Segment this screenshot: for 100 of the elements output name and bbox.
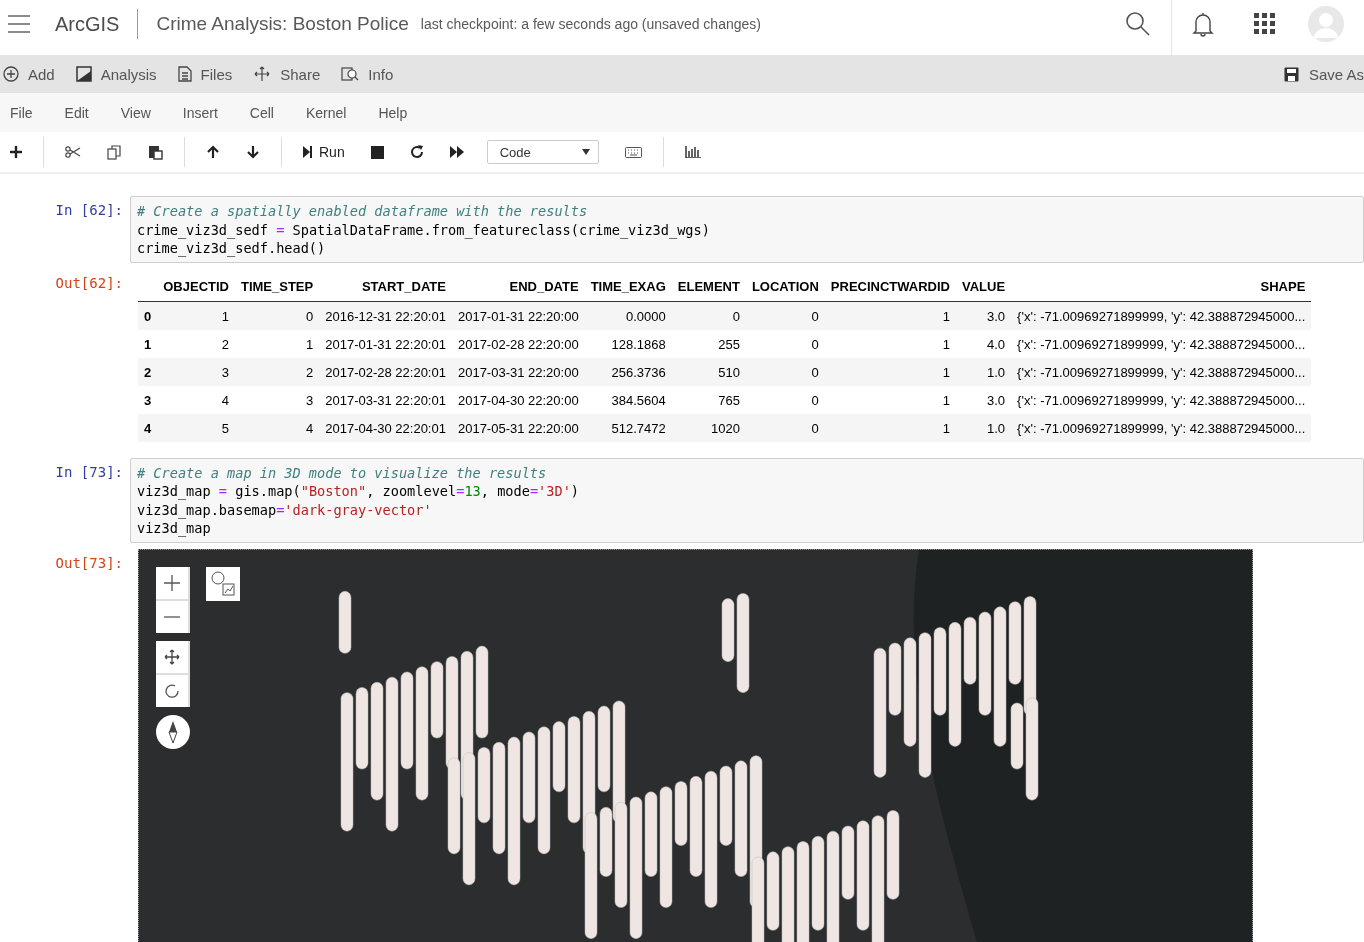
scissors-icon[interactable]: [65, 146, 81, 158]
rotate-icon[interactable]: [156, 674, 188, 707]
analysis-icon: [75, 66, 92, 82]
code-cell[interactable]: # Create a map in 3D mode to visualize the results viz3d_map = gis.map("Boston", zoomlevel=13, mode='3D') viz3d_map.basemap='dark-gray-vector' viz3d_map: [130, 457, 1364, 543]
restart-icon[interactable]: [409, 145, 424, 159]
copy-icon[interactable]: [107, 144, 122, 160]
search-icon[interactable]: [1125, 11, 1151, 37]
code-line: crime_viz3d_sedf.head(): [137, 239, 327, 258]
table-cell: 0: [745, 413, 825, 442]
zoom-in-icon[interactable]: [156, 566, 188, 599]
table-cell: 1.0: [956, 413, 1012, 442]
table-cell: 0: [234, 301, 320, 330]
table-cell: 0: [745, 329, 825, 358]
arrow-up-icon[interactable]: [206, 145, 220, 159]
app-name: ArcGIS: [55, 12, 120, 36]
column-header: SHAPE: [1011, 272, 1312, 301]
table-cell: 2016-12-31 22:20:01: [319, 301, 452, 330]
column-header: OBJECTID: [157, 272, 235, 301]
code-line: viz3d_map = gis.map("Boston", zoomlevel=13, mode='3D'): [137, 482, 580, 501]
table-cell: {'x': -71.00969271899999, 'y': 42.388872945000...: [1011, 385, 1312, 414]
action-button[interactable]: Info: [341, 65, 405, 83]
table-cell: 1.0: [956, 357, 1012, 386]
column-header: TIME_STEP: [234, 272, 320, 301]
map-panel[interactable]: [138, 548, 1253, 942]
table-cell: {'x': -71.00969271899999, 'y': 42.388872945000...: [1011, 413, 1312, 442]
menu-item[interactable]: Edit: [56, 100, 97, 125]
document-icon: [177, 66, 192, 82]
table-cell: 2017-03-31 22:20:01: [319, 385, 452, 414]
table-cell: 1: [824, 385, 956, 414]
action-button[interactable]: Analysis: [75, 65, 168, 83]
data-column: [338, 590, 352, 654]
code-line: viz3d_map.basemap='dark-gray-vector': [137, 500, 433, 519]
table-cell: 512.7472: [584, 413, 672, 442]
column-header: VALUE: [956, 272, 1012, 301]
code-line: viz3d_map: [137, 519, 212, 538]
table-cell: 3: [157, 357, 235, 386]
checkpoint-text: last checkpoint: a few seconds ago (unsaved changes): [420, 16, 761, 32]
table-cell: 2017-03-31 22:20:00: [451, 357, 585, 386]
menu-item[interactable]: View: [112, 100, 159, 125]
menu-item[interactable]: Cell: [241, 100, 282, 125]
stop-icon[interactable]: [370, 145, 384, 159]
output-prompt: Out[73]:: [54, 553, 124, 571]
table-cell: 255: [671, 329, 746, 358]
basemap-toggle-icon[interactable]: [206, 566, 240, 601]
fast-forward-icon[interactable]: [449, 146, 465, 158]
bell-icon[interactable]: [1192, 11, 1214, 37]
save-as-button[interactable]: Save As: [1283, 65, 1364, 83]
code-line: crime_viz3d_sedf = SpatialDataFrame.from_featureclass(crime_viz3d_wgs): [137, 220, 711, 239]
table-cell: {'x': -71.00969271899999, 'y': 42.388872945000...: [1011, 357, 1312, 386]
bar-chart-icon[interactable]: [684, 146, 701, 158]
action-button[interactable]: Files: [177, 65, 244, 83]
table-cell: 3: [138, 385, 158, 414]
column-header: TIME_EXAG: [584, 272, 672, 301]
table-cell: 0.0000: [584, 301, 672, 330]
table-cell: 1: [157, 301, 235, 330]
table-cell: 5: [157, 413, 235, 442]
menu-item[interactable]: Kernel: [297, 100, 355, 125]
column-header: ELEMENT: [671, 272, 746, 301]
paste-icon[interactable]: [148, 144, 163, 160]
table-cell: 1: [234, 329, 320, 358]
table-cell: 2: [138, 357, 158, 386]
table-cell: 2017-04-30 22:20:01: [319, 413, 452, 442]
pan-icon[interactable]: [156, 640, 188, 673]
code-line: # Create a spatially enabled dataframe with the results: [137, 202, 589, 221]
table-cell: 4: [234, 413, 320, 442]
table-cell: 3: [234, 385, 320, 414]
output-prompt: Out[62]:: [54, 273, 124, 291]
keyboard-icon[interactable]: [624, 146, 642, 158]
compass-icon[interactable]: [156, 714, 190, 749]
table-cell: 2017-01-31 22:20:01: [319, 329, 452, 358]
table-cell: 1: [824, 413, 956, 442]
notebook-title: Crime Analysis: Boston Police: [156, 13, 409, 35]
cross-arrows-icon: [253, 66, 272, 82]
app-grid-icon[interactable]: [1254, 13, 1276, 35]
menu-item[interactable]: Help: [370, 100, 416, 125]
menu-item[interactable]: Insert: [174, 100, 226, 125]
arrow-down-icon[interactable]: [246, 145, 260, 159]
table-cell: 0: [745, 385, 825, 414]
table-cell: 2: [234, 357, 320, 386]
step-play-icon: [303, 146, 313, 158]
input-prompt: In [73]:: [54, 462, 124, 480]
menu-item[interactable]: File: [2, 100, 41, 125]
table-cell: 2017-01-31 22:20:00: [451, 301, 585, 330]
column-header: LOCATION: [745, 272, 825, 301]
table-cell: 2: [157, 329, 235, 358]
table-cell: 0: [671, 301, 746, 330]
plus-icon[interactable]: [10, 146, 22, 158]
code-cell[interactable]: # Create a spatially enabled dataframe with the results crime_viz3d_sedf = SpatialDataFrame.from_featureclass(crime_viz3d_wgs) crime_viz3d_sedf.head(): [130, 196, 1364, 263]
column-header: PRECINCTWARDID: [824, 272, 956, 301]
table-cell: 0: [745, 301, 825, 330]
document-magnifier-icon: [341, 66, 360, 82]
action-button[interactable]: Share: [253, 65, 332, 83]
cell-type-dropdown[interactable]: Code: [486, 140, 599, 164]
run-button[interactable]: Run: [303, 144, 345, 160]
table-cell: 2017-04-30 22:20:00: [451, 385, 585, 414]
table-cell: {'x': -71.00969271899999, 'y': 42.388872945000...: [1011, 301, 1312, 330]
table-cell: {'x': -71.00969271899999, 'y': 42.388872945000...: [1011, 329, 1312, 358]
action-button[interactable]: Add: [3, 65, 66, 83]
column-header: END_DATE: [451, 272, 585, 301]
menu-icon[interactable]: [7, 14, 31, 34]
